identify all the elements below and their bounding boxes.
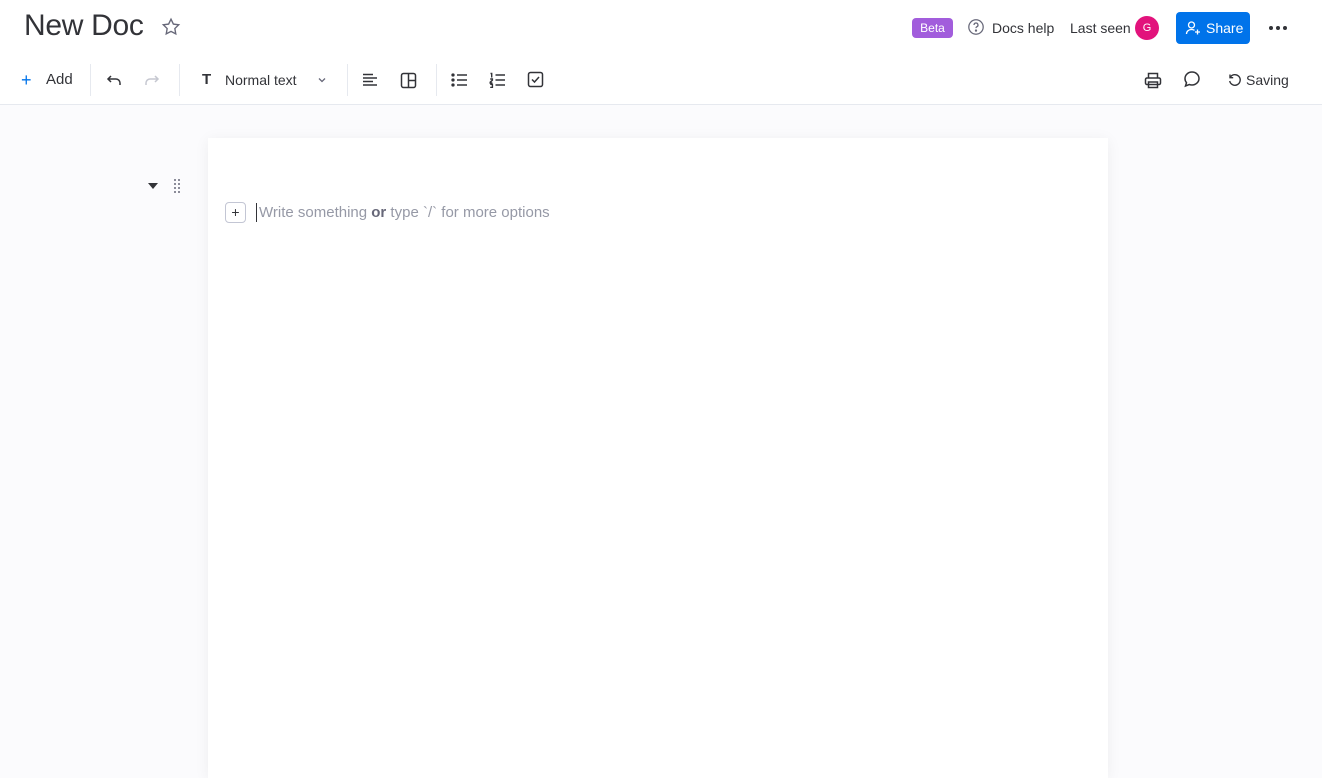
drag-handle-icon[interactable] [172,178,182,194]
text-caret [256,203,257,222]
saving-status: Saving [1246,72,1289,88]
redo-icon[interactable] [143,71,161,89]
doc-page [208,138,1108,778]
text-style-icon: T [202,71,212,88]
chevron-down-icon[interactable] [317,75,327,85]
numbered-list-icon[interactable] [489,72,506,88]
layout-icon[interactable] [400,72,417,89]
plus-icon[interactable]: + [21,70,32,91]
top-bar: New Doc Beta Docs help Last seen G Share… [0,0,1322,105]
toolbar-divider [179,64,180,96]
toolbar-divider [90,64,91,96]
toolbar-divider [436,64,437,96]
refresh-icon [1229,73,1241,86]
align-left-icon[interactable] [362,72,378,88]
placeholder-text: Write something [259,204,372,221]
beta-badge: Beta [912,18,953,38]
title-row: New Doc Beta Docs help Last seen G Share [0,0,1322,56]
help-icon[interactable] [967,18,985,36]
share-label: Share [1206,20,1244,36]
undo-icon[interactable] [105,71,123,89]
more-horizontal-icon[interactable] [1266,18,1290,38]
add-block-button[interactable]: + [225,202,246,223]
doc-title[interactable]: New Doc [24,9,144,43]
share-button[interactable]: Share [1176,12,1250,44]
toolbar-divider [347,64,348,96]
collapse-triangle-icon[interactable] [147,181,159,191]
placeholder-bold: or [371,204,387,221]
editor-placeholder[interactable]: Write something or type `/` for more opt… [259,204,550,221]
star-icon[interactable] [160,16,182,38]
placeholder-text-end: type `/` for more options [386,204,550,221]
text-style-dropdown[interactable]: Normal text [225,72,297,88]
add-user-icon [1185,21,1200,35]
avatar[interactable]: G [1135,16,1159,40]
bullet-list-icon[interactable] [451,72,468,88]
checklist-icon[interactable] [527,71,544,88]
editor-toolbar: + Add T Normal text Saving [0,60,1322,100]
last-seen-label: Last seen [1070,20,1131,36]
print-icon[interactable] [1144,72,1162,89]
add-button[interactable]: Add [46,71,73,88]
comment-icon[interactable] [1183,70,1201,88]
docs-help-link[interactable]: Docs help [992,20,1054,36]
